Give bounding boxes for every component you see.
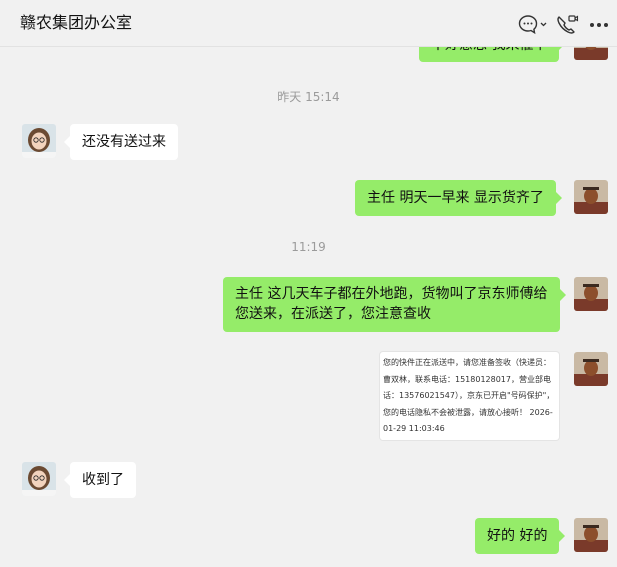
timestamp: 11:19 xyxy=(291,240,326,254)
own-avatar[interactable] xyxy=(574,180,608,214)
contact-avatar[interactable] xyxy=(22,124,56,158)
message-bubble-outgoing[interactable]: 主任 明天一早来 显示货齐了 xyxy=(355,180,562,216)
message-bubble-outgoing[interactable]: 主任 这几天车子都在外地跑，货物叫了京东师傅给您送来，在派送了，您注意查收 xyxy=(223,277,566,332)
chat-header: 赣农集团办公室 xyxy=(0,0,617,47)
contact-avatar[interactable] xyxy=(22,462,56,496)
timestamp: 昨天 15:14 xyxy=(277,90,340,104)
more-icon[interactable] xyxy=(587,13,611,37)
header-actions xyxy=(509,13,611,37)
message-bubble-incoming[interactable]: 还没有送过来 xyxy=(64,124,178,160)
chat-history[interactable]: 不好意思 我来催下 昨天 15:14 还没有送过来 主任 明天一早来 显示货齐了 xyxy=(0,46,617,567)
own-avatar[interactable] xyxy=(574,518,608,552)
own-avatar[interactable] xyxy=(574,352,608,386)
image-message[interactable]: 您的快件正在派送中，请您准备签收（快递员：曹双林，联系电话：1518012801… xyxy=(380,352,559,440)
own-avatar[interactable] xyxy=(574,46,608,60)
own-avatar[interactable] xyxy=(574,277,608,311)
video-call-icon[interactable] xyxy=(555,13,579,37)
chat-title: 赣农集团办公室 xyxy=(20,13,133,32)
image-message-text: 您的快件正在派送中，请您准备签收（快递员：曹双林，联系电话：1518012801… xyxy=(383,358,555,433)
chat-bubble-icon[interactable] xyxy=(517,13,547,37)
message-bubble-outgoing[interactable]: 好的 好的 xyxy=(475,518,566,554)
message-bubble-incoming[interactable]: 收到了 xyxy=(64,462,136,498)
message-bubble-outgoing[interactable]: 不好意思 我来催下 xyxy=(419,46,566,62)
